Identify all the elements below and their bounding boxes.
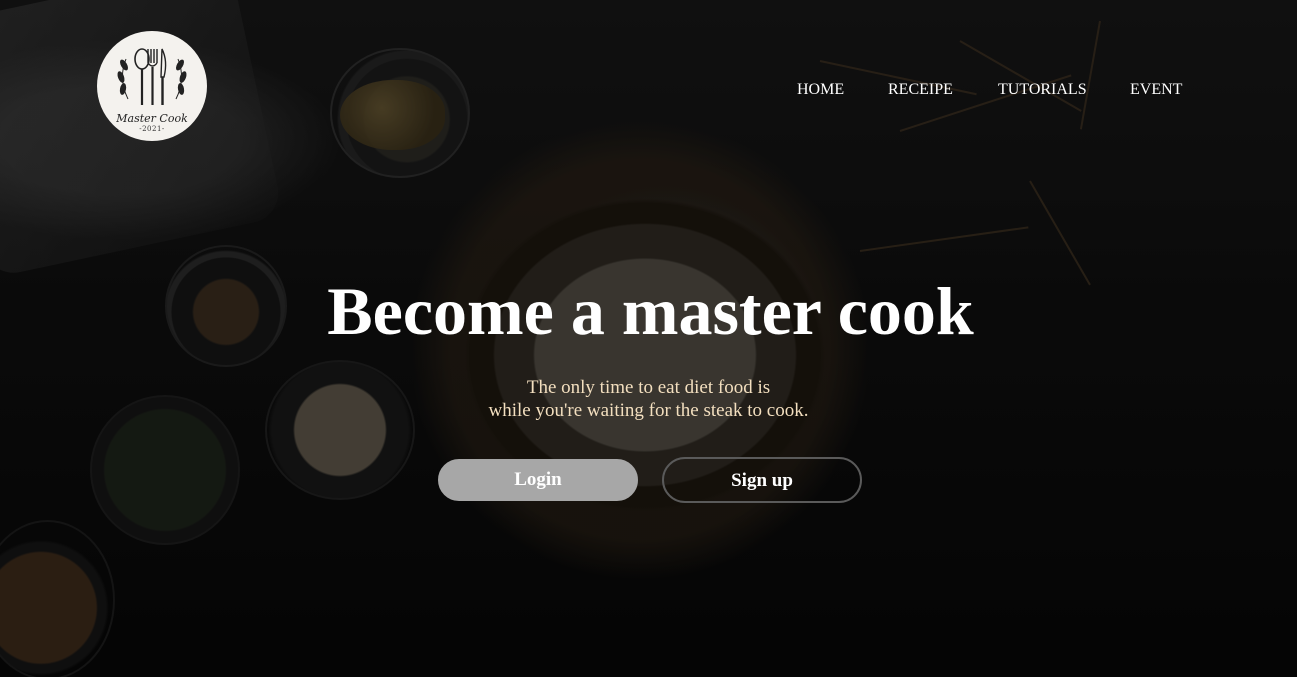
- nav-item-tutorials[interactable]: TUTORIALS: [998, 80, 1130, 100]
- login-button[interactable]: Login: [438, 459, 638, 501]
- signup-button[interactable]: Sign up: [662, 457, 862, 503]
- hero-subtitle: The only time to eat diet food is while …: [0, 376, 1297, 422]
- nav-item-receipe[interactable]: RECEIPE: [888, 80, 998, 100]
- hero-title: Become a master cook: [327, 273, 974, 349]
- hero-subtitle-line-1: The only time to eat diet food is: [526, 377, 771, 398]
- nav-item-event[interactable]: EVENT: [1130, 80, 1190, 100]
- logo-year: -2021-: [139, 125, 165, 133]
- utensils-icon: [117, 48, 187, 105]
- logo[interactable]: Master Cook -2021-: [97, 31, 207, 141]
- hero-subtitle-line-2: while you're waiting for the steak to co…: [488, 400, 809, 421]
- main-nav: HOME RECEIPE TUTORIALS EVENT: [797, 80, 1190, 100]
- nav-item-home[interactable]: HOME: [797, 80, 888, 100]
- logo-name: Master Cook: [116, 112, 188, 125]
